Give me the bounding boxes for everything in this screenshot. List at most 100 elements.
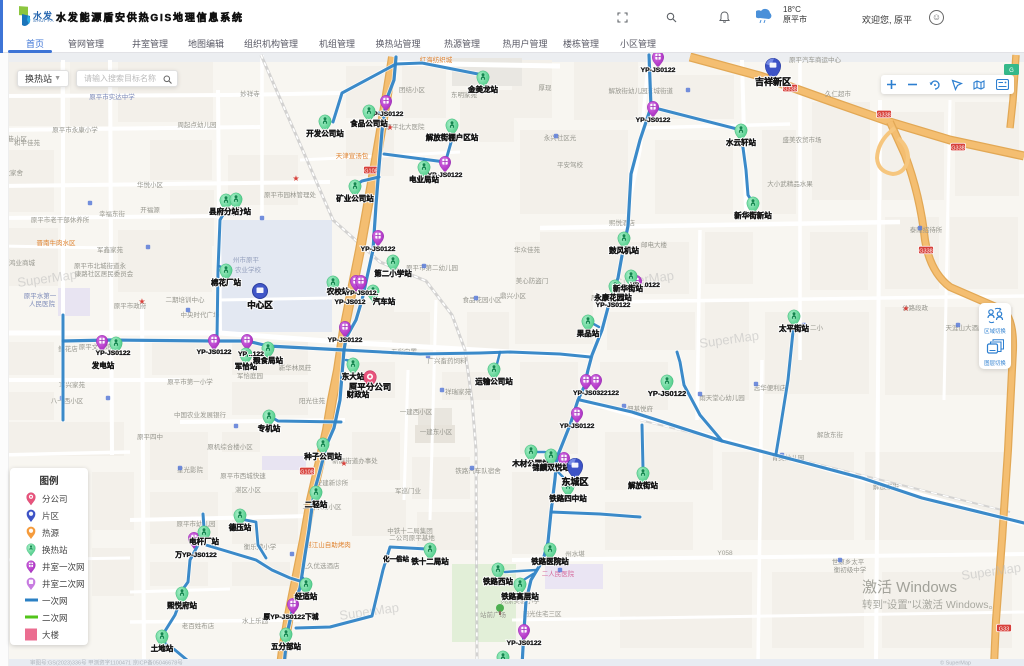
svg-text:原平市永康小学: 原平市永康小学 <box>52 125 98 134</box>
svg-text:原平汽车商运中心: 原平汽车商运中心 <box>789 55 842 64</box>
svg-text:G108: G108 <box>364 169 377 175</box>
svg-text:棉花厂站: 棉花厂站 <box>211 277 241 287</box>
svg-text:解放东街: 解放东街 <box>817 430 844 439</box>
svg-text:铁路西站: 铁路西站 <box>483 576 513 586</box>
svg-text:人民医院: 人民医院 <box>29 299 56 308</box>
svg-text:G338: G338 <box>783 87 796 93</box>
svg-text:经适站: 经适站 <box>295 591 318 601</box>
svg-text:州市原平: 州市原平 <box>233 255 260 264</box>
svg-text:锦麟双悦站: 锦麟双悦站 <box>532 462 570 472</box>
svg-text:YP-JS0122: YP-JS0122 <box>96 350 131 357</box>
svg-text:永康花园站: 永康花园站 <box>593 292 632 302</box>
svg-text:湛区小区: 湛区小区 <box>235 485 262 494</box>
svg-text:县府分站: 县府分站 <box>209 206 239 216</box>
svg-text:YP-JS0122: YP-JS0122 <box>328 337 363 344</box>
svg-text:久仁超市: 久仁超市 <box>825 89 852 98</box>
svg-text:厚现: 厚现 <box>539 84 553 92</box>
svg-text:财政站: 财政站 <box>346 389 370 399</box>
svg-text:汽车站: 汽车站 <box>373 296 396 306</box>
svg-text:果品站: 果品站 <box>577 328 600 338</box>
svg-text:阳光住苑: 阳光住苑 <box>299 396 326 405</box>
svg-text:美心防盗门: 美心防盗门 <box>516 276 549 285</box>
svg-text:盛美农贸市场: 盛美农贸市场 <box>783 135 823 144</box>
svg-text:东大站: 东大站 <box>342 371 365 381</box>
svg-text:军鑫家苑: 军鑫家苑 <box>97 245 124 254</box>
svg-text:二期培训中心: 二期培训中心 <box>166 295 206 304</box>
svg-text:天津宣汤包: 天津宣汤包 <box>336 151 369 160</box>
svg-text:新华林凤莊: 新华林凤莊 <box>279 363 312 372</box>
svg-text:鸿业商城: 鸿业商城 <box>9 258 36 267</box>
svg-text:原YP-JS0122下城: 原YP-JS0122下城 <box>263 612 318 621</box>
svg-text:G: G <box>1009 68 1014 74</box>
svg-text:食品花园小区: 食品花园小区 <box>463 295 503 304</box>
svg-text:鼎兴小区: 鼎兴小区 <box>500 291 527 300</box>
svg-text:二公司原平基地: 二公司原平基地 <box>389 533 435 542</box>
svg-text:邮电大楼: 邮电大楼 <box>641 240 668 249</box>
svg-text:站前广场: 站前广场 <box>480 610 507 619</box>
svg-text:世原乡太平: 世原乡太平 <box>832 557 865 566</box>
svg-text:幸福东街: 幸福东街 <box>99 209 126 218</box>
svg-text:★: ★ <box>902 304 909 313</box>
svg-text:原平市第一小学: 原平市第一小学 <box>167 377 213 386</box>
svg-text:Y058: Y058 <box>717 550 733 557</box>
svg-text:G338: G338 <box>951 146 964 152</box>
svg-text:© SuperMap: © SuperMap <box>940 660 971 666</box>
svg-text:农业学校: 农业学校 <box>235 265 262 274</box>
svg-text:妙祥寺: 妙祥寺 <box>240 89 260 98</box>
svg-text:志华便利店: 志华便利店 <box>754 383 787 392</box>
svg-text:原平市幼儿园: 原平市幼儿园 <box>177 519 216 528</box>
svg-text:化一俗站: 化一俗站 <box>383 554 410 563</box>
svg-text:衡初级中学: 衡初级中学 <box>834 565 867 574</box>
svg-text:激活 Windows: 激活 Windows <box>862 579 957 596</box>
svg-text:第二小学站: 第二小学站 <box>374 268 412 278</box>
svg-text:泰隆招待所: 泰隆招待所 <box>910 225 943 234</box>
svg-text:原平市西城快速: 原平市西城快速 <box>220 471 266 480</box>
svg-text:开发公司站: 开发公司站 <box>306 128 344 138</box>
svg-text:原平市第二幼儿园: 原平市第二幼儿园 <box>406 263 458 272</box>
svg-text:中铁十二局集团: 中铁十二局集团 <box>387 526 433 535</box>
svg-text:阳光住宅三区: 阳光住宅三区 <box>523 609 563 618</box>
svg-text:广兴畜药饲料: 广兴畜药饲料 <box>428 356 468 365</box>
svg-text:G108: G108 <box>300 470 313 476</box>
svg-text:中国农业发展银行: 中国农业发展银行 <box>174 410 227 419</box>
svg-text:审图号:GS(2023)336号 甲测资字1100471: 审图号:GS(2023)336号 甲测资字1100471 京ICP备050466… <box>30 659 183 666</box>
svg-text:八一西小区: 八一西小区 <box>51 396 84 405</box>
svg-text:YP-JS012.: YP-JS012. <box>346 290 379 297</box>
svg-text:食品公司站: 食品公司站 <box>350 118 388 128</box>
svg-text:祥瑞家苑: 祥瑞家苑 <box>445 387 472 396</box>
svg-text:一建东小区: 一建东小区 <box>420 427 453 436</box>
svg-text:五分部站: 五分部站 <box>271 641 301 651</box>
svg-text:解放街站: 解放街站 <box>628 480 658 490</box>
svg-text:★: ★ <box>138 297 145 306</box>
svg-text:德压站: 德压站 <box>229 522 252 532</box>
svg-text:二轻站: 二轻站 <box>305 499 328 509</box>
svg-text:解放街棚户区站: 解放街棚户区站 <box>426 132 479 142</box>
svg-text:华悦小区: 华悦小区 <box>137 180 164 189</box>
svg-text:G338: G338 <box>877 113 890 119</box>
svg-text:原平四中: 原平四中 <box>137 432 163 441</box>
svg-text:原平水第一: 原平水第一 <box>24 291 57 300</box>
svg-text:YP ..122: YP ..122 <box>238 351 264 358</box>
svg-text:中心区: 中心区 <box>247 300 273 310</box>
svg-text:运输公司站: 运输公司站 <box>475 376 513 386</box>
svg-text:YP-JS0122: YP-JS0122 <box>560 423 595 430</box>
svg-text:雨天堂心幼儿园: 雨天堂心幼儿园 <box>699 393 745 402</box>
svg-text:水云轩站: 水云轩站 <box>726 137 756 147</box>
svg-text:大小武精品水果: 大小武精品水果 <box>767 179 813 188</box>
svg-text:平安驾校: 平安驾校 <box>557 160 584 169</box>
svg-text:团结小区: 团结小区 <box>399 85 426 94</box>
svg-text:YP-JS0122: YP-JS0122 <box>641 67 676 74</box>
svg-text:YP-JS012: YP-JS012 <box>335 299 366 306</box>
svg-text:开福源: 开福源 <box>140 205 160 214</box>
svg-text:熙悦酒店: 熙悦酒店 <box>609 218 636 227</box>
svg-text:铁路医院站: 铁路医院站 <box>531 556 569 566</box>
svg-text:电杆厂站: 电杆厂站 <box>189 536 219 546</box>
svg-text:一建西小区: 一建西小区 <box>400 407 433 416</box>
svg-text:土地站: 土地站 <box>151 643 174 653</box>
svg-text:安建新诊所: 安建新诊所 <box>316 478 349 487</box>
svg-text:九久优选酒店: 九久优选酒店 <box>301 561 341 570</box>
svg-text:专机站: 专机站 <box>258 423 281 433</box>
svg-text:熙悦府站: 熙悦府站 <box>167 600 197 610</box>
svg-text:老百姓布店: 老百姓布店 <box>182 621 215 630</box>
svg-text:YP-JS0122: YP-JS0122 <box>361 246 396 253</box>
